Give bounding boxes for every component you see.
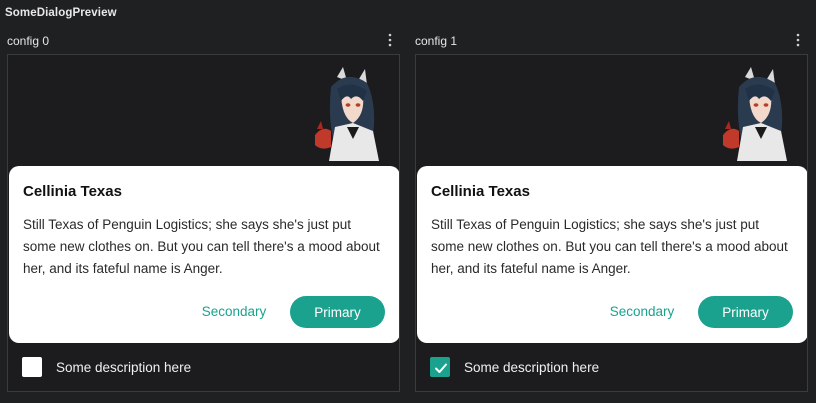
more-vertical-icon[interactable] (792, 32, 804, 48)
checkbox-label: Some description here (56, 360, 192, 375)
config-label: config 0 (7, 34, 50, 48)
character-illustration (715, 65, 795, 165)
preview-root: SomeDialogPreview config 0 Cellinia Texa… (0, 0, 816, 403)
dialog-body: Still Texas of Penguin Logistics; she sa… (431, 217, 788, 276)
dialog-title: Cellinia Texas (431, 183, 530, 200)
checkbox-row: Some description here (22, 355, 382, 379)
secondary-button[interactable]: Secondary (191, 296, 277, 326)
dialog-title: Cellinia Texas (23, 183, 122, 200)
config-panel-1: config 1 Cellinia Texas Still Texas of P… (412, 28, 810, 398)
preview-stage: Cellinia Texas Still Texas of Penguin Lo… (415, 54, 808, 392)
dialog-card: Cellinia Texas Still Texas of Penguin Lo… (417, 166, 807, 343)
panel-header: config 0 (4, 28, 402, 52)
checkmark-icon (435, 363, 447, 373)
description-checkbox[interactable] (430, 357, 450, 377)
preview-stage: Cellinia Texas Still Texas of Penguin Lo… (7, 54, 400, 392)
primary-button[interactable]: Primary (698, 296, 793, 328)
description-checkbox[interactable] (22, 357, 42, 377)
character-illustration (307, 65, 387, 165)
config-panel-0: config 0 Cellinia Texas Still Texas of P… (4, 28, 402, 398)
more-vertical-icon[interactable] (384, 32, 396, 48)
primary-button[interactable]: Primary (290, 296, 385, 328)
dialog-body: Still Texas of Penguin Logistics; she sa… (23, 217, 380, 276)
secondary-button[interactable]: Secondary (599, 296, 685, 326)
preview-title: SomeDialogPreview (5, 7, 117, 19)
checkbox-label: Some description here (464, 360, 600, 375)
dialog-card: Cellinia Texas Still Texas of Penguin Lo… (9, 166, 399, 343)
config-label: config 1 (415, 34, 458, 48)
checkbox-row: Some description here (430, 355, 790, 379)
panel-header: config 1 (412, 28, 810, 52)
